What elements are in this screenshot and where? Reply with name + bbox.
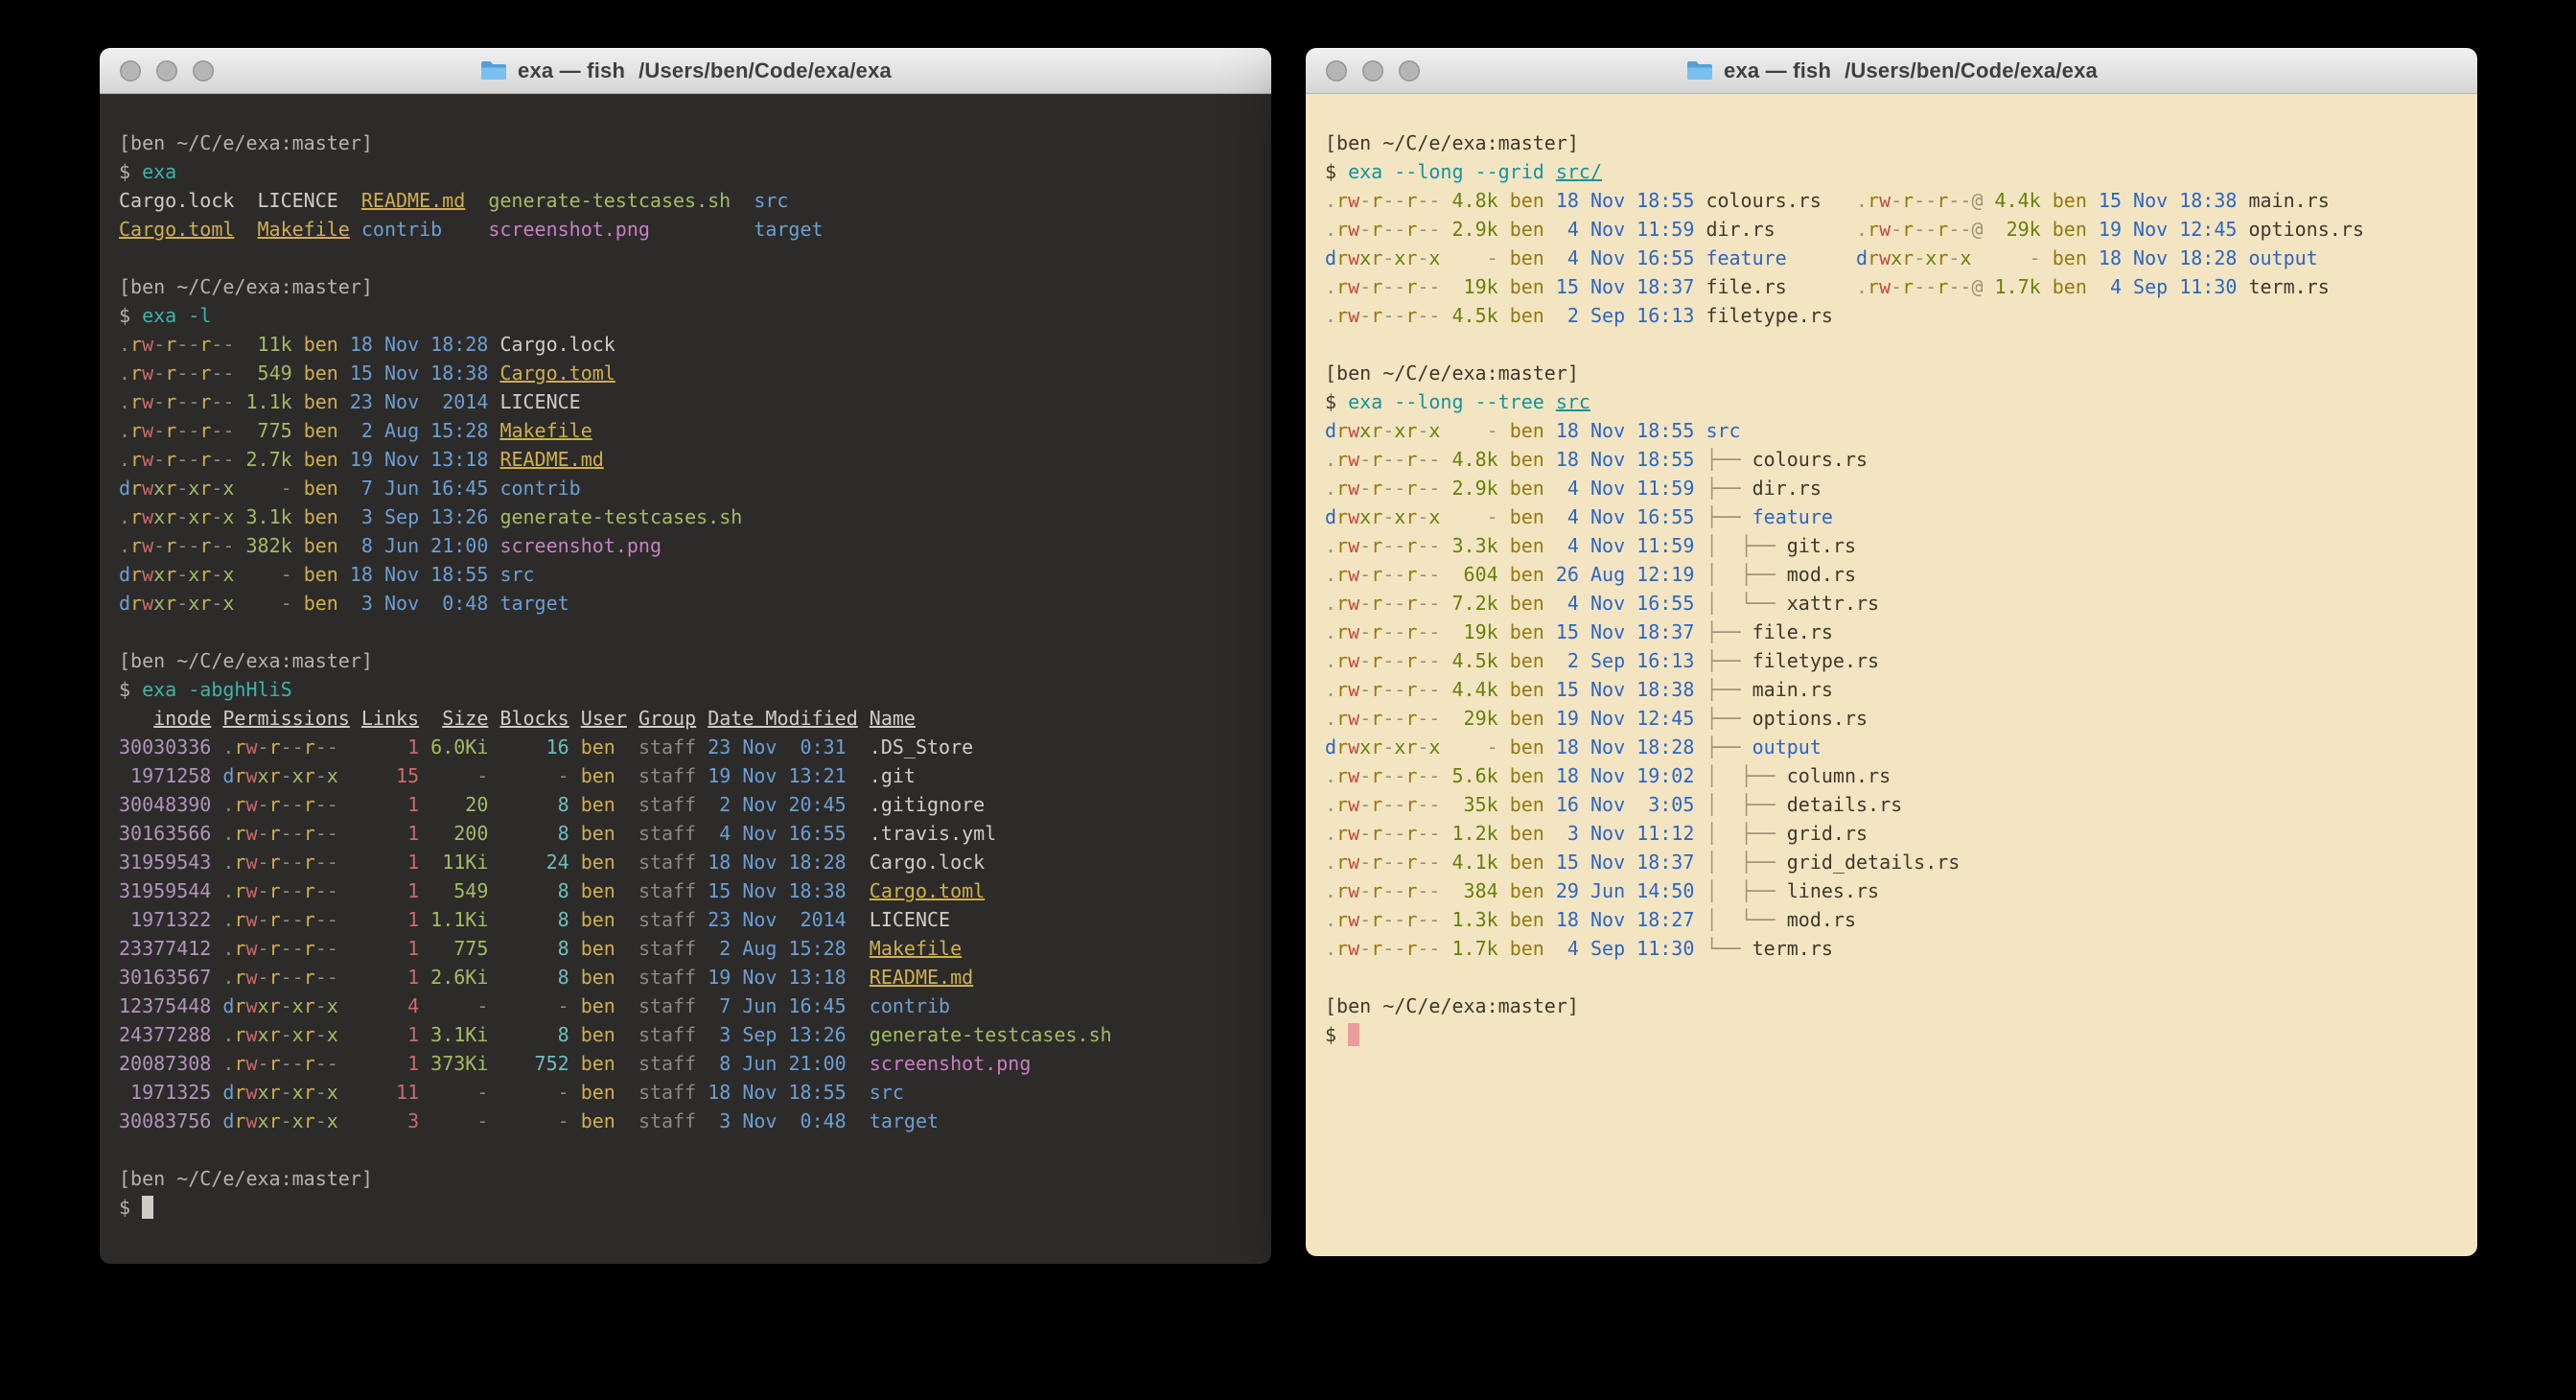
terminal-line: .rw-r--r-- 11k ben 18 Nov 18:28 Cargo.lo… xyxy=(119,330,1252,359)
terminal-line: .rw-r--r-- 384 ben 29 Jun 14:50 │ ├── li… xyxy=(1325,876,2458,905)
terminal-line: 1971325 drwxr-xr-x 11 - - ben staff 18 N… xyxy=(119,1078,1252,1107)
window-title-app: exa — fish xyxy=(518,58,625,83)
terminal-line: .rw-r--r-- 4.4k ben 15 Nov 18:38 ├── mai… xyxy=(1325,675,2458,704)
close-button[interactable] xyxy=(120,60,141,82)
terminal-line: .rw-r--r-- 775 ben 2 Aug 15:28 Makefile xyxy=(119,416,1252,445)
terminal-line: .rw-r--r-- 2.9k ben 4 Nov 11:59 ├── dir.… xyxy=(1325,474,2458,502)
terminal-line: drwxr-xr-x - ben 18 Nov 18:55 src xyxy=(1325,416,2458,445)
terminal-line: $ exa -l xyxy=(119,301,1252,330)
terminal-line: .rw-r--r-- 2.7k ben 19 Nov 13:18 README.… xyxy=(119,445,1252,474)
window-title: exa — fish /Users/ben/Code/exa/exa xyxy=(479,58,892,83)
terminal-line: [ben ~/C/e/exa:master] xyxy=(1325,359,2458,387)
terminal-line: .rw-r--r-- 549 ben 15 Nov 18:38 Cargo.to… xyxy=(119,359,1252,387)
terminal-line: .rw-r--r-- 1.2k ben 3 Nov 11:12 │ ├── gr… xyxy=(1325,819,2458,848)
terminal-line: .rw-r--r-- 35k ben 16 Nov 3:05 │ ├── det… xyxy=(1325,790,2458,819)
titlebar[interactable]: exa — fish /Users/ben/Code/exa/exa xyxy=(100,48,1271,94)
terminal-line xyxy=(1325,963,2458,992)
terminal-line: inode Permissions Links Size Blocks User… xyxy=(119,704,1252,733)
terminal-line: 31959544 .rw-r--r-- 1 549 8 ben staff 15… xyxy=(119,876,1252,905)
terminal-line: 1971258 drwxr-xr-x 15 - - ben staff 19 N… xyxy=(119,761,1252,790)
terminal-cursor xyxy=(142,1196,153,1219)
terminal-line: $ xyxy=(1325,1020,2458,1049)
terminal-line: 31959543 .rw-r--r-- 1 11Ki 24 ben staff … xyxy=(119,848,1252,876)
terminal-line: [ben ~/C/e/exa:master] xyxy=(119,646,1252,675)
terminal-line: 20087308 .rw-r--r-- 1 373Ki 752 ben staf… xyxy=(119,1049,1252,1078)
terminal-line: .rw-r--r-- 4.5k ben 2 Sep 16:13 ├── file… xyxy=(1325,646,2458,675)
terminal-line: 30030336 .rw-r--r-- 1 6.0Ki 16 ben staff… xyxy=(119,733,1252,761)
terminal-line: [ben ~/C/e/exa:master] xyxy=(1325,128,2458,157)
terminal-window-dark: exa — fish /Users/ben/Code/exa/exa [ben … xyxy=(100,48,1271,1264)
minimize-button[interactable] xyxy=(1362,60,1383,82)
terminal-line: Cargo.lock LICENCE README.md generate-te… xyxy=(119,186,1252,215)
terminal-line: 12375448 drwxr-xr-x 4 - - ben staff 7 Ju… xyxy=(119,992,1252,1020)
traffic-lights xyxy=(1326,48,1420,93)
zoom-button[interactable] xyxy=(1399,60,1420,82)
terminal-line: .rw-r--r-- 3.3k ben 4 Nov 11:59 │ ├── gi… xyxy=(1325,531,2458,560)
terminal-line xyxy=(119,618,1252,646)
titlebar[interactable]: exa — fish /Users/ben/Code/exa/exa xyxy=(1306,48,2477,94)
traffic-lights xyxy=(120,48,214,93)
terminal-line: .rw-r--r-- 1.3k ben 18 Nov 18:27 │ └── m… xyxy=(1325,905,2458,934)
window-title-path: /Users/ben/Code/exa/exa xyxy=(638,58,892,83)
folder-icon xyxy=(1685,59,1714,82)
terminal-line: $ xyxy=(119,1193,1252,1222)
terminal-line: .rw-r--r-- 19k ben 15 Nov 18:37 file.rs … xyxy=(1325,272,2458,301)
terminal-line: 30163567 .rw-r--r-- 1 2.6Ki 8 ben staff … xyxy=(119,963,1252,992)
terminal-content[interactable]: [ben ~/C/e/exa:master]$ exaCargo.lock LI… xyxy=(100,94,1271,1264)
terminal-line: .rw-r--r-- 29k ben 19 Nov 12:45 ├── opti… xyxy=(1325,704,2458,733)
terminal-line xyxy=(119,244,1252,272)
terminal-line xyxy=(1325,330,2458,359)
terminal-line: [ben ~/C/e/exa:master] xyxy=(119,1164,1252,1193)
terminal-line: .rw-r--r-- 2.9k ben 4 Nov 11:59 dir.rs .… xyxy=(1325,215,2458,244)
terminal-line: 30083756 drwxr-xr-x 3 - - ben staff 3 No… xyxy=(119,1107,1252,1135)
terminal-content[interactable]: [ben ~/C/e/exa:master]$ exa --long --gri… xyxy=(1306,94,2477,1256)
terminal-line: $ exa -abghHliS xyxy=(119,675,1252,704)
terminal-line: 30048390 .rw-r--r-- 1 20 8 ben staff 2 N… xyxy=(119,790,1252,819)
terminal-line: .rw-r--r-- 382k ben 8 Jun 21:00 screensh… xyxy=(119,531,1252,560)
terminal-line: .rw-r--r-- 1.1k ben 23 Nov 2014 LICENCE xyxy=(119,387,1252,416)
terminal-line: .rw-r--r-- 4.8k ben 18 Nov 18:55 ├── col… xyxy=(1325,445,2458,474)
terminal-line: .rw-r--r-- 4.8k ben 18 Nov 18:55 colours… xyxy=(1325,186,2458,215)
terminal-window-light: exa — fish /Users/ben/Code/exa/exa [ben … xyxy=(1306,48,2477,1256)
minimize-button[interactable] xyxy=(156,60,177,82)
close-button[interactable] xyxy=(1326,60,1347,82)
terminal-line: 1971322 .rw-r--r-- 1 1.1Ki 8 ben staff 2… xyxy=(119,905,1252,934)
terminal-line: Cargo.toml Makefile contrib screenshot.p… xyxy=(119,215,1252,244)
terminal-line: drwxr-xr-x - ben 18 Nov 18:55 src xyxy=(119,560,1252,589)
terminal-line: [ben ~/C/e/exa:master] xyxy=(1325,992,2458,1020)
window-title-path: /Users/ben/Code/exa/exa xyxy=(1845,58,2098,83)
terminal-line: drwxr-xr-x - ben 18 Nov 18:28 ├── output xyxy=(1325,733,2458,761)
window-title-app: exa — fish xyxy=(1724,58,1831,83)
window-title: exa — fish /Users/ben/Code/exa/exa xyxy=(1685,58,2098,83)
terminal-line: drwxr-xr-x - ben 4 Nov 16:55 feature drw… xyxy=(1325,244,2458,272)
terminal-line: .rw-r--r-- 4.5k ben 2 Sep 16:13 filetype… xyxy=(1325,301,2458,330)
terminal-line: drwxr-xr-x - ben 4 Nov 16:55 ├── feature xyxy=(1325,502,2458,531)
terminal-line: [ben ~/C/e/exa:master] xyxy=(119,272,1252,301)
terminal-line: .rwxr-xr-x 3.1k ben 3 Sep 13:26 generate… xyxy=(119,502,1252,531)
terminal-line: drwxr-xr-x - ben 7 Jun 16:45 contrib xyxy=(119,474,1252,502)
terminal-line: .rw-r--r-- 7.2k ben 4 Nov 16:55 │ └── xa… xyxy=(1325,589,2458,618)
terminal-line: .rw-r--r-- 1.7k ben 4 Sep 11:30 └── term… xyxy=(1325,934,2458,963)
terminal-line: $ exa xyxy=(119,157,1252,186)
folder-icon xyxy=(479,59,508,82)
terminal-line: $ exa --long --grid src/ xyxy=(1325,157,2458,186)
terminal-line: .rw-r--r-- 604 ben 26 Aug 12:19 │ ├── mo… xyxy=(1325,560,2458,589)
terminal-line: [ben ~/C/e/exa:master] xyxy=(119,128,1252,157)
desktop-background: exa — fish /Users/ben/Code/exa/exa [ben … xyxy=(0,0,2576,1400)
terminal-line: 24377288 .rwxr-xr-x 1 3.1Ki 8 ben staff … xyxy=(119,1020,1252,1049)
terminal-line: 30163566 .rw-r--r-- 1 200 8 ben staff 4 … xyxy=(119,819,1252,848)
terminal-line: $ exa --long --tree src xyxy=(1325,387,2458,416)
terminal-line: 23377412 .rw-r--r-- 1 775 8 ben staff 2 … xyxy=(119,934,1252,963)
zoom-button[interactable] xyxy=(193,60,214,82)
terminal-line xyxy=(119,1135,1252,1164)
terminal-cursor xyxy=(1348,1023,1359,1046)
terminal-line: drwxr-xr-x - ben 3 Nov 0:48 target xyxy=(119,589,1252,618)
terminal-line: .rw-r--r-- 19k ben 15 Nov 18:37 ├── file… xyxy=(1325,618,2458,646)
terminal-line: .rw-r--r-- 5.6k ben 18 Nov 19:02 │ ├── c… xyxy=(1325,761,2458,790)
terminal-line: .rw-r--r-- 4.1k ben 15 Nov 18:37 │ ├── g… xyxy=(1325,848,2458,876)
